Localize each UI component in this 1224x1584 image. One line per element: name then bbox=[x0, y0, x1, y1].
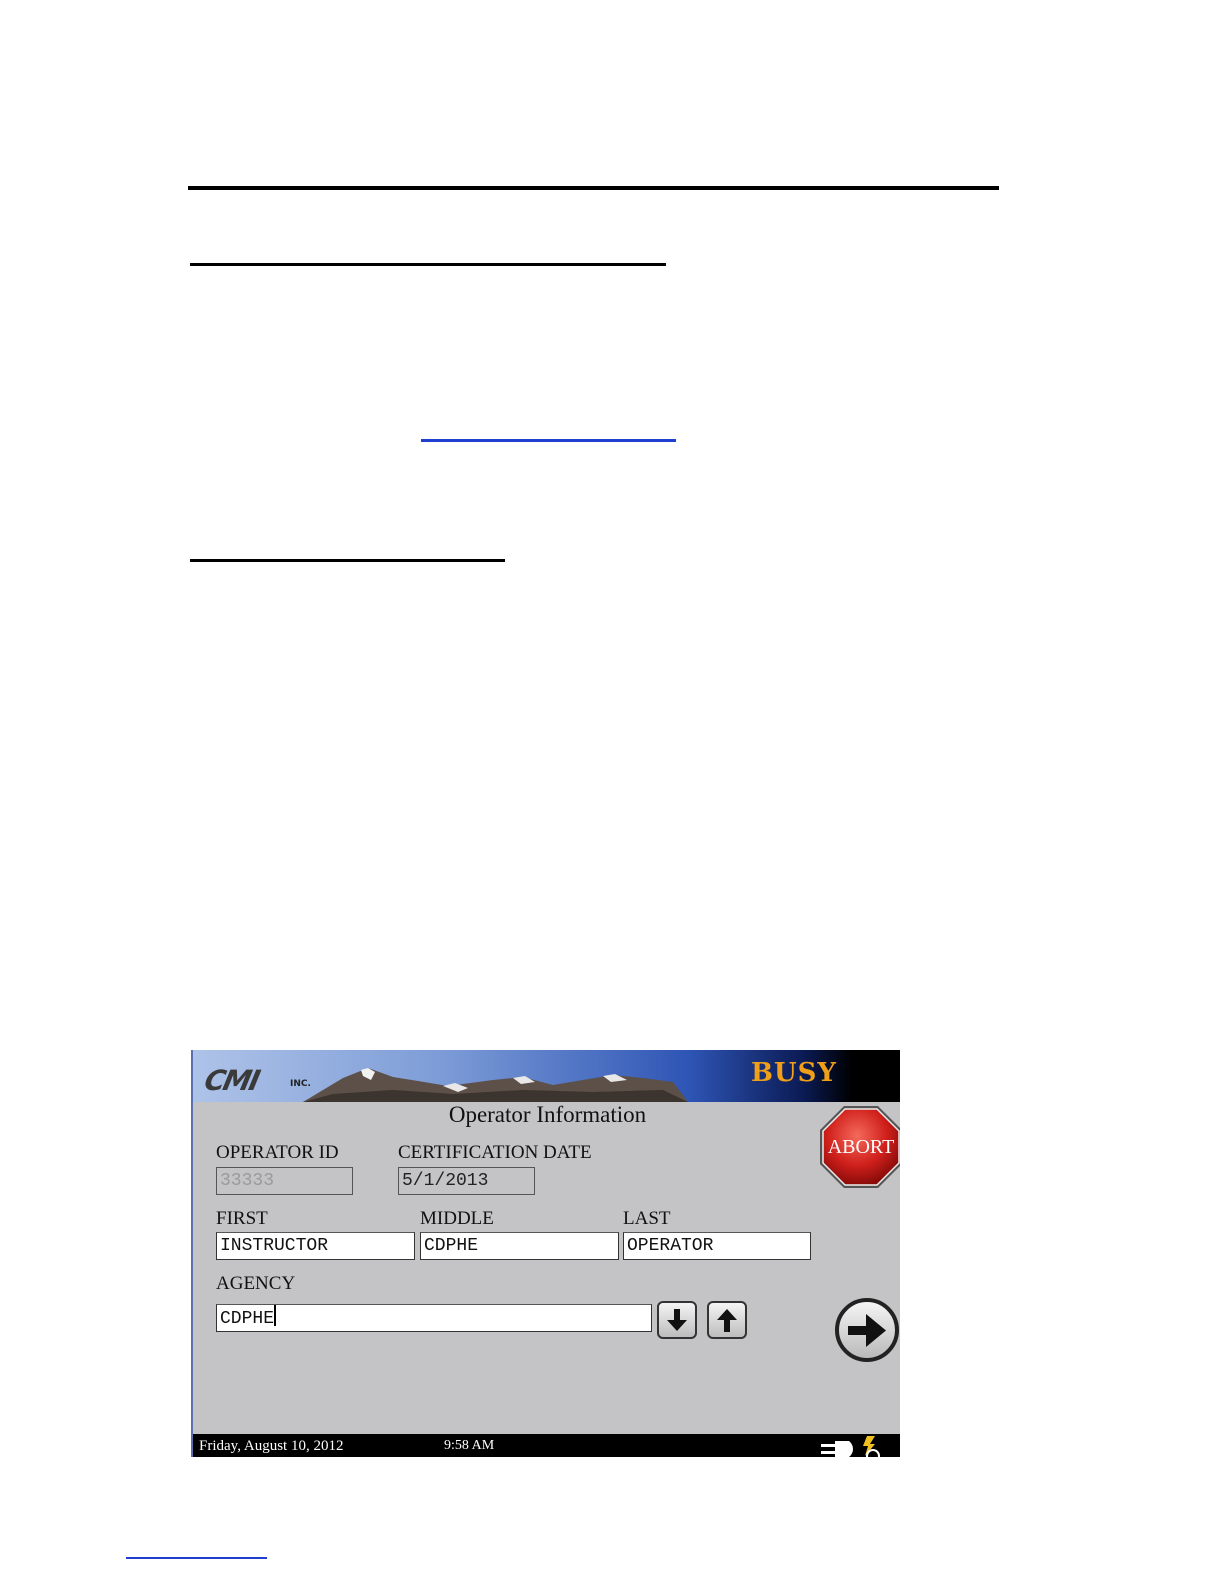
agency-up-button[interactable] bbox=[707, 1301, 747, 1339]
operator-information-screen: CMI INC. BUSY Operator Information OPERA… bbox=[191, 1050, 900, 1457]
status-date: Friday, August 10, 2012 bbox=[199, 1438, 344, 1454]
header-rule bbox=[188, 186, 999, 190]
next-button[interactable] bbox=[834, 1297, 900, 1368]
abort-label: ABORT bbox=[828, 1136, 895, 1158]
status-bar: Friday, August 10, 2012 9:58 AM bbox=[193, 1434, 900, 1457]
power-plug-icon bbox=[821, 1436, 880, 1457]
operator-id-field: 33333 bbox=[216, 1167, 353, 1195]
arrow-right-circle-icon bbox=[835, 1298, 899, 1362]
arrow-down-icon bbox=[667, 1309, 687, 1331]
footnote-link-underline[interactable] bbox=[126, 1557, 267, 1559]
hyperlink-underline[interactable] bbox=[421, 439, 676, 442]
agency-label: AGENCY bbox=[216, 1273, 296, 1294]
agency-down-button[interactable] bbox=[657, 1301, 697, 1339]
operator-id-label: OPERATOR ID bbox=[216, 1142, 339, 1163]
cmi-logo: CMI bbox=[201, 1064, 262, 1097]
last-name-field[interactable]: OPERATOR bbox=[623, 1232, 811, 1260]
stop-sign-icon: ABORT bbox=[820, 1106, 900, 1188]
cmi-logo-suffix: INC. bbox=[290, 1079, 311, 1089]
first-name-label: FIRST bbox=[216, 1208, 268, 1229]
text-cursor bbox=[274, 1305, 277, 1326]
page-title: Operator Information bbox=[448, 1102, 647, 1127]
section-rule-1 bbox=[190, 263, 666, 266]
status-time: 9:58 AM bbox=[444, 1438, 495, 1453]
abort-button[interactable]: ABORT bbox=[818, 1104, 900, 1195]
certification-date-label: CERTIFICATION DATE bbox=[398, 1142, 592, 1163]
certification-date-field: 5/1/2013 bbox=[398, 1167, 535, 1195]
first-name-field[interactable]: INSTRUCTOR bbox=[216, 1232, 415, 1260]
busy-status: BUSY bbox=[751, 1058, 837, 1088]
agency-field[interactable]: CDPHE bbox=[216, 1304, 652, 1332]
agency-value: CDPHE bbox=[220, 1309, 275, 1329]
section-rule-2 bbox=[190, 559, 505, 562]
last-name-label: LAST bbox=[623, 1208, 671, 1229]
middle-name-field[interactable]: CDPHE bbox=[420, 1232, 619, 1260]
middle-name-label: MIDDLE bbox=[420, 1208, 494, 1229]
header-banner: CMI INC. BUSY bbox=[193, 1050, 900, 1102]
arrow-up-icon bbox=[717, 1309, 737, 1332]
